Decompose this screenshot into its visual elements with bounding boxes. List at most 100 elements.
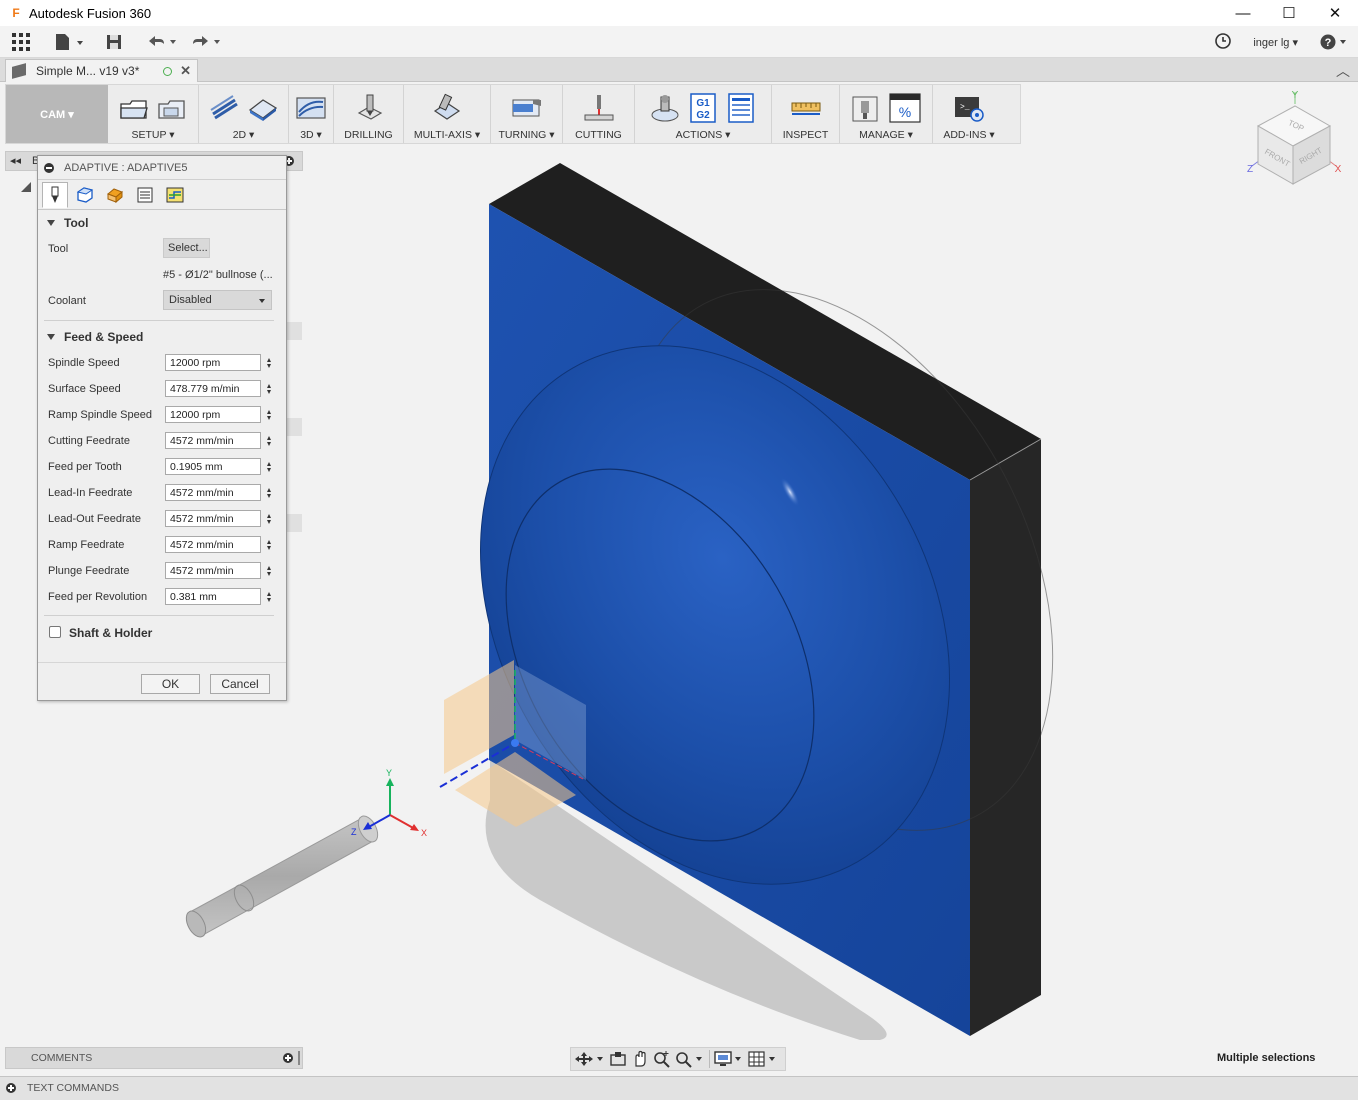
ribbon-group-add-ins[interactable]: >_ ADD-INS ▾ — [933, 85, 1005, 143]
collapse-ribbon-icon[interactable]: ︿ — [1336, 61, 1350, 81]
select-tool-button[interactable]: Select... — [163, 238, 210, 258]
collapse-browser-icon[interactable]: ◂◂ — [10, 154, 21, 167]
spinner-arrows-icon[interactable] — [264, 354, 274, 371]
new-setup-icon[interactable] — [118, 92, 150, 124]
add-comment-icon[interactable] — [283, 1053, 293, 1063]
ramp-feedrate-input[interactable] — [165, 536, 261, 553]
user-account-menu[interactable]: inger lg ▾ — [1253, 36, 1298, 49]
zoom-button[interactable] — [653, 1050, 671, 1068]
setup-sheet-icon[interactable] — [725, 92, 757, 124]
look-at-button[interactable] — [609, 1050, 627, 1068]
post-library-icon[interactable]: % — [889, 92, 921, 124]
ribbon-group-2d[interactable]: 2D ▾ — [199, 85, 289, 143]
tab-geometry[interactable] — [72, 182, 98, 208]
heights-tab-icon — [107, 187, 123, 203]
spinner-arrows-icon[interactable] — [264, 432, 274, 449]
ribbon-group-setup[interactable]: SETUP ▾ — [108, 85, 199, 143]
ribbon-group-cutting[interactable]: CUTTING — [563, 85, 635, 143]
save-button[interactable] — [106, 33, 122, 51]
workspace-switcher[interactable]: CAM ▾ — [6, 85, 108, 143]
multi-axis-icon[interactable] — [431, 92, 463, 124]
ribbon-group-inspect[interactable]: INSPECT — [772, 85, 840, 143]
browser-tree-expander[interactable] — [21, 182, 31, 192]
help-button[interactable]: ? — [1320, 34, 1348, 50]
stock-side-face — [970, 439, 1041, 1036]
data-panel-button[interactable] — [12, 33, 30, 51]
spinner-arrows-icon[interactable] — [264, 458, 274, 475]
spinner-arrows-icon[interactable] — [264, 588, 274, 605]
turning-icon[interactable] — [511, 92, 543, 124]
ok-button[interactable]: OK — [141, 674, 200, 694]
undo-button[interactable] — [146, 33, 180, 51]
maximize-button[interactable]: ☐ — [1266, 0, 1312, 26]
panel-grip-icon[interactable] — [298, 1051, 300, 1065]
orbit-button[interactable] — [575, 1050, 605, 1068]
pan-button[interactable] — [631, 1050, 649, 1068]
operation-dialog: ADAPTIVE : ADAPTIVE5 Tool Tool Select...… — [37, 155, 287, 701]
cancel-button[interactable]: Cancel — [210, 674, 270, 694]
grid-icon — [12, 33, 30, 51]
redo-button[interactable] — [190, 33, 224, 51]
display-settings-button[interactable] — [714, 1050, 744, 1068]
coolant-select[interactable]: Disabled — [163, 290, 272, 310]
dialog-header[interactable]: ADAPTIVE : ADAPTIVE5 — [38, 156, 286, 180]
measure-icon[interactable] — [790, 92, 822, 124]
shaft-holder-checkbox[interactable] — [49, 626, 61, 638]
ribbon-group-drilling[interactable]: DRILLING — [334, 85, 404, 143]
ribbon-group-turning[interactable]: TURNING ▾ — [491, 85, 563, 143]
comments-panel[interactable]: COMMENTS — [5, 1047, 303, 1069]
ribbon-group-actions[interactable]: G1 G2 ACTIONS ▾ — [635, 85, 772, 143]
spinner-arrows-icon[interactable] — [264, 406, 274, 423]
spindle-speed-input[interactable] — [165, 354, 261, 371]
plunge-feedrate-input[interactable] — [165, 562, 261, 579]
minimize-button[interactable]: — — [1220, 0, 1266, 26]
spinner-arrows-icon[interactable] — [264, 380, 274, 397]
tab-heights[interactable] — [102, 182, 128, 208]
scripts-addins-icon[interactable]: >_ — [953, 92, 985, 124]
ribbon-group-manage[interactable]: % MANAGE ▾ — [840, 85, 933, 143]
post-process-icon[interactable]: G1 G2 — [687, 92, 719, 124]
ribbon-group-multi-axis[interactable]: MULTI-AXIS ▾ — [404, 85, 491, 143]
feed-per-tooth-input[interactable] — [165, 458, 261, 475]
file-menu-button[interactable] — [55, 33, 85, 51]
job-status-button[interactable] — [1215, 32, 1232, 52]
drill-icon[interactable] — [353, 92, 385, 124]
fit-button[interactable] — [675, 1050, 705, 1068]
spinner-arrows-icon[interactable] — [264, 484, 274, 501]
ribbon-group-3d[interactable]: 3D ▾ — [289, 85, 334, 143]
close-button[interactable]: ✕ — [1312, 0, 1358, 26]
lead-in-feedrate-input[interactable] — [165, 484, 261, 501]
tool-section-header[interactable]: Tool — [47, 216, 88, 230]
ramp-spindle-speed-input[interactable] — [165, 406, 261, 423]
cutting-feedrate-input[interactable] — [165, 432, 261, 449]
lead-out-feedrate-input[interactable] — [165, 510, 261, 527]
grid-settings-button[interactable] — [748, 1050, 778, 1068]
feed-per-revolution-input[interactable] — [165, 588, 261, 605]
2d-face-icon[interactable] — [247, 92, 279, 124]
simulate-icon[interactable] — [649, 92, 681, 124]
user-name-label: inger lg — [1253, 36, 1290, 49]
tool-library-icon[interactable] — [851, 92, 883, 124]
feed-speed-section-header[interactable]: Feed & Speed — [47, 330, 143, 344]
tab-linking[interactable] — [162, 182, 188, 208]
stock-setup-icon[interactable] — [156, 92, 188, 124]
tab-tool[interactable] — [42, 181, 68, 208]
tab-passes[interactable] — [132, 182, 158, 208]
close-tab-icon[interactable]: ✕ — [180, 63, 191, 79]
text-commands-panel[interactable]: TEXT COMMANDS — [0, 1076, 1358, 1100]
spindle-speed-label: Spindle Speed — [48, 357, 120, 369]
view-cube[interactable]: TOP FRONT RIGHT Y Z X — [1240, 88, 1348, 188]
spinner-arrows-icon[interactable] — [264, 510, 274, 527]
3d-adaptive-icon[interactable] — [295, 92, 327, 124]
expand-text-commands-icon[interactable] — [6, 1083, 16, 1093]
cutting-icon[interactable] — [583, 92, 615, 124]
coolant-label: Coolant — [48, 295, 86, 307]
surface-speed-input[interactable] — [165, 380, 261, 397]
document-tab[interactable]: Simple M... v19 v3* ✕ — [5, 59, 198, 82]
ribbon-label-2d: 2D ▾ — [232, 129, 255, 141]
spinner-arrows-icon[interactable] — [264, 562, 274, 579]
collapse-dialog-icon[interactable] — [44, 162, 54, 173]
expand-triangle-icon — [47, 220, 55, 226]
2d-adaptive-icon[interactable] — [209, 92, 241, 124]
spinner-arrows-icon[interactable] — [264, 536, 274, 553]
